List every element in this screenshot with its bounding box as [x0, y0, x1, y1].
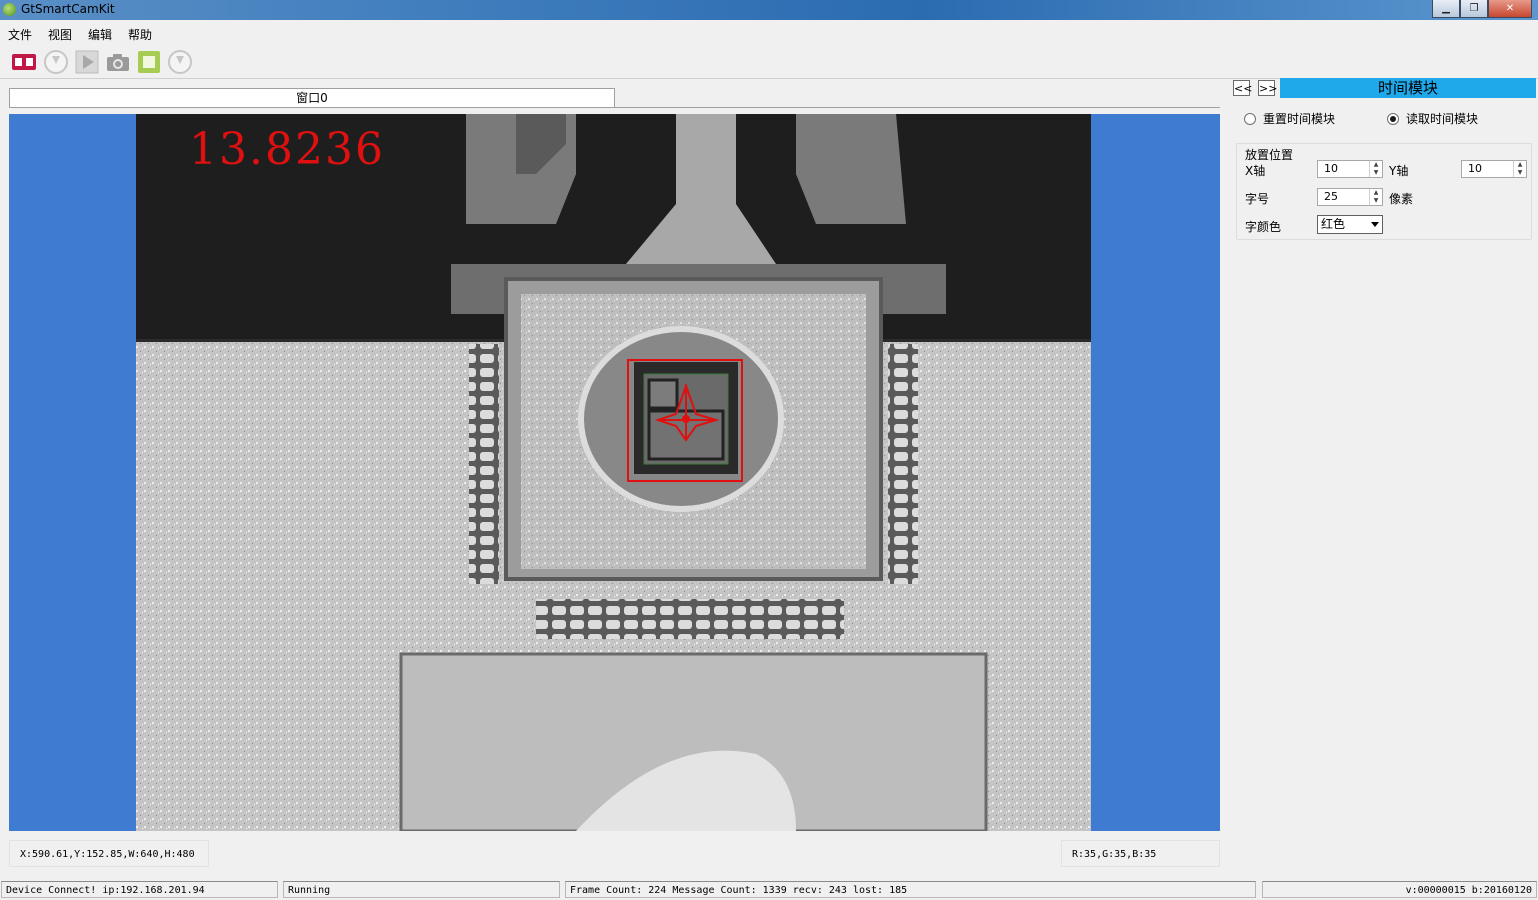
app-icon	[3, 3, 16, 16]
window-controls: ▁ ❐ ✕	[1432, 0, 1532, 18]
download-icon	[168, 50, 192, 74]
status-counts: Frame Count: 224 Message Count: 1339 rec…	[565, 881, 1256, 898]
menu-file[interactable]: 文件	[8, 26, 32, 43]
font-color-label: 字颜色	[1245, 220, 1282, 234]
x-axis-label: X轴	[1245, 164, 1266, 178]
camera-image[interactable]: 13.8236	[136, 114, 1091, 831]
pcb-image	[136, 114, 1091, 831]
status-state: Running	[283, 881, 560, 898]
close-button[interactable]: ✕	[1488, 0, 1532, 18]
status-device: Device Connect! ip:192.168.201.94	[1, 881, 278, 898]
spin-arrows-icon[interactable]: ▲ ▼	[1369, 161, 1382, 177]
font-color-value: 红色	[1321, 217, 1346, 231]
chevron-down-icon	[1371, 222, 1379, 227]
tab-divider	[9, 107, 1220, 108]
font-size-input[interactable]: 25 ▲ ▼	[1317, 188, 1383, 206]
download-icon	[44, 50, 68, 74]
panel-header: << >> 时间模块	[1233, 78, 1536, 98]
connect-icon	[12, 54, 36, 70]
stop-icon	[138, 51, 160, 73]
title-bar: GtSmartCamKit ▁ ❐ ✕	[0, 0, 1538, 20]
timer-overlay-text: 13.8236	[189, 124, 385, 175]
position-group: 放置位置 X轴 10 ▲ ▼ Y轴 10 ▲ ▼ 字号 25 ▲ ▼ 像素 字颜色 红…	[1236, 143, 1532, 240]
font-color-select[interactable]: 红色	[1317, 215, 1383, 234]
menu-help[interactable]: 帮助	[128, 26, 152, 43]
font-size-label: 字号	[1245, 192, 1270, 206]
camera-button[interactable]	[105, 49, 131, 75]
menu-bar: 文件 视图 编辑 帮助	[0, 23, 1538, 43]
radio-reset-module[interactable]: 重置时间模块	[1244, 110, 1335, 127]
stop-button[interactable]	[136, 49, 162, 75]
font-size-value: 25	[1324, 190, 1338, 203]
x-axis-input[interactable]: 10 ▲ ▼	[1317, 160, 1383, 178]
connect-button[interactable]	[11, 49, 37, 75]
play-button[interactable]	[74, 49, 100, 75]
y-axis-label: Y轴	[1389, 164, 1409, 178]
y-axis-value: 10	[1468, 162, 1482, 175]
radio-read-label: 读取时间模块	[1406, 112, 1479, 126]
camera-icon	[107, 54, 129, 71]
status-bar: Device Connect! ip:192.168.201.94 Runnin…	[0, 879, 1538, 900]
download-button-2[interactable]	[167, 49, 193, 75]
radio-button-selected[interactable]	[1387, 112, 1399, 125]
download-button[interactable]	[43, 49, 69, 75]
radio-reset-label: 重置时间模块	[1263, 112, 1336, 126]
next-panel-button[interactable]: >>	[1258, 80, 1277, 96]
minimize-button[interactable]: ▁	[1432, 0, 1460, 18]
status-version: v:00000015 b:20160120	[1262, 881, 1537, 898]
panel-title: 时间模块	[1280, 78, 1536, 98]
spin-arrows-icon[interactable]: ▲ ▼	[1369, 189, 1382, 205]
play-icon	[75, 50, 99, 74]
font-size-unit: 像素	[1389, 192, 1414, 206]
spin-arrows-icon[interactable]: ▲ ▼	[1513, 161, 1526, 177]
maximize-button[interactable]: ❐	[1460, 0, 1488, 18]
coords-readout: X:590.61,Y:152.85,W:640,H:480	[9, 840, 209, 867]
window-title: GtSmartCamKit	[21, 2, 115, 16]
menu-view[interactable]: 视图	[48, 26, 72, 43]
x-axis-value: 10	[1324, 162, 1338, 175]
image-viewport[interactable]: 13.8236	[9, 114, 1220, 831]
rgb-readout: R:35,G:35,B:35	[1061, 840, 1220, 867]
radio-button[interactable]	[1244, 112, 1256, 125]
group-title: 放置位置	[1245, 148, 1294, 162]
y-axis-input[interactable]: 10 ▲ ▼	[1461, 160, 1527, 178]
menu-edit[interactable]: 编辑	[88, 26, 112, 43]
tab-window0[interactable]: 窗口0	[9, 88, 615, 108]
prev-panel-button[interactable]: <<	[1233, 80, 1252, 96]
toolbar	[0, 44, 1538, 79]
radio-read-module[interactable]: 读取时间模块	[1387, 110, 1478, 127]
